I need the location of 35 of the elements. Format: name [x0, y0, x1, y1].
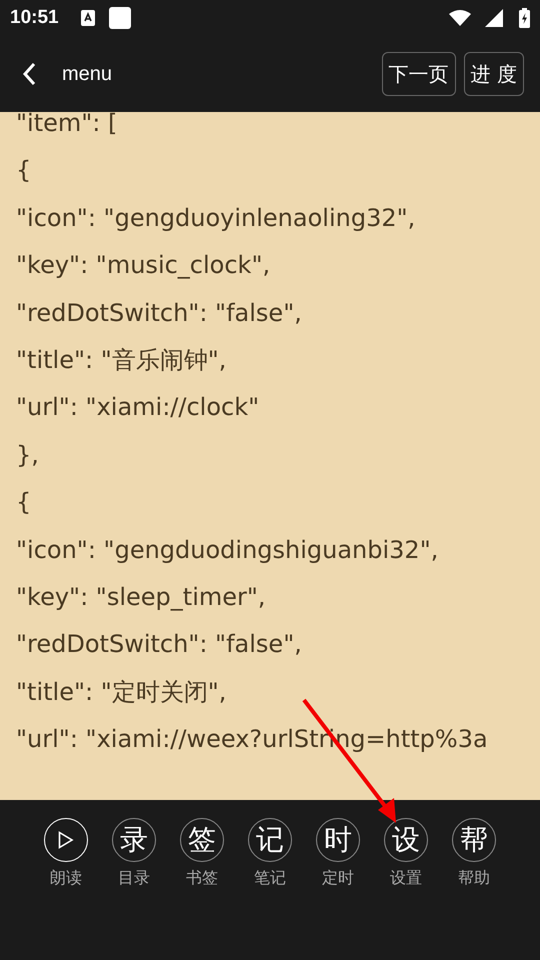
- toolbar-button[interactable]: 朗读: [44, 818, 88, 889]
- text-line: {: [16, 155, 32, 186]
- text-line: "title": "音乐闹钟",: [16, 345, 226, 376]
- play-icon: [58, 831, 74, 849]
- page-title: menu: [62, 62, 112, 86]
- header-button[interactable]: 下一页: [382, 52, 456, 96]
- toolbar-button[interactable]: 录 目录: [112, 818, 156, 889]
- text-line: "icon": "gengduoyinlenaoling32",: [16, 202, 416, 234]
- text-line: "item": [: [16, 112, 118, 139]
- status-time: 10:51: [10, 7, 59, 29]
- text-line: "redDotSwitch": "false",: [16, 629, 302, 660]
- header-button[interactable]: 进 度: [464, 52, 524, 96]
- toolbar-button[interactable]: 时 定时: [316, 818, 360, 889]
- wifi-icon: [449, 10, 471, 26]
- text-line: {: [16, 487, 32, 518]
- toolbar-button[interactable]: 签 书签: [180, 818, 224, 889]
- round-icon: 签: [180, 818, 224, 862]
- text-line: "title": "定时关闭",: [16, 676, 226, 708]
- round-icon: 时: [316, 818, 360, 862]
- toolbar-button[interactable]: 记 笔记: [248, 818, 292, 889]
- back-icon: [22, 62, 36, 86]
- text-line: "redDotSwitch": "false",: [16, 298, 302, 329]
- square-icon: [108, 7, 131, 29]
- round-icon: 帮: [452, 818, 496, 862]
- signal-icon: [485, 9, 503, 27]
- text-line: "key": "sleep_timer",: [16, 582, 266, 614]
- text-line: },: [16, 440, 39, 471]
- text-line: "key": "music_clock",: [16, 250, 270, 282]
- round-icon: 录: [112, 818, 156, 862]
- toolbar-button[interactable]: 帮 帮助: [452, 818, 496, 889]
- notification-icon: [80, 10, 95, 26]
- battery-icon: [519, 8, 530, 28]
- text-line: "icon": "gengduodingshiguanbi32",: [16, 534, 438, 566]
- round-icon: 记: [248, 818, 292, 862]
- text-line: "url": "xiami://clock": [16, 392, 260, 424]
